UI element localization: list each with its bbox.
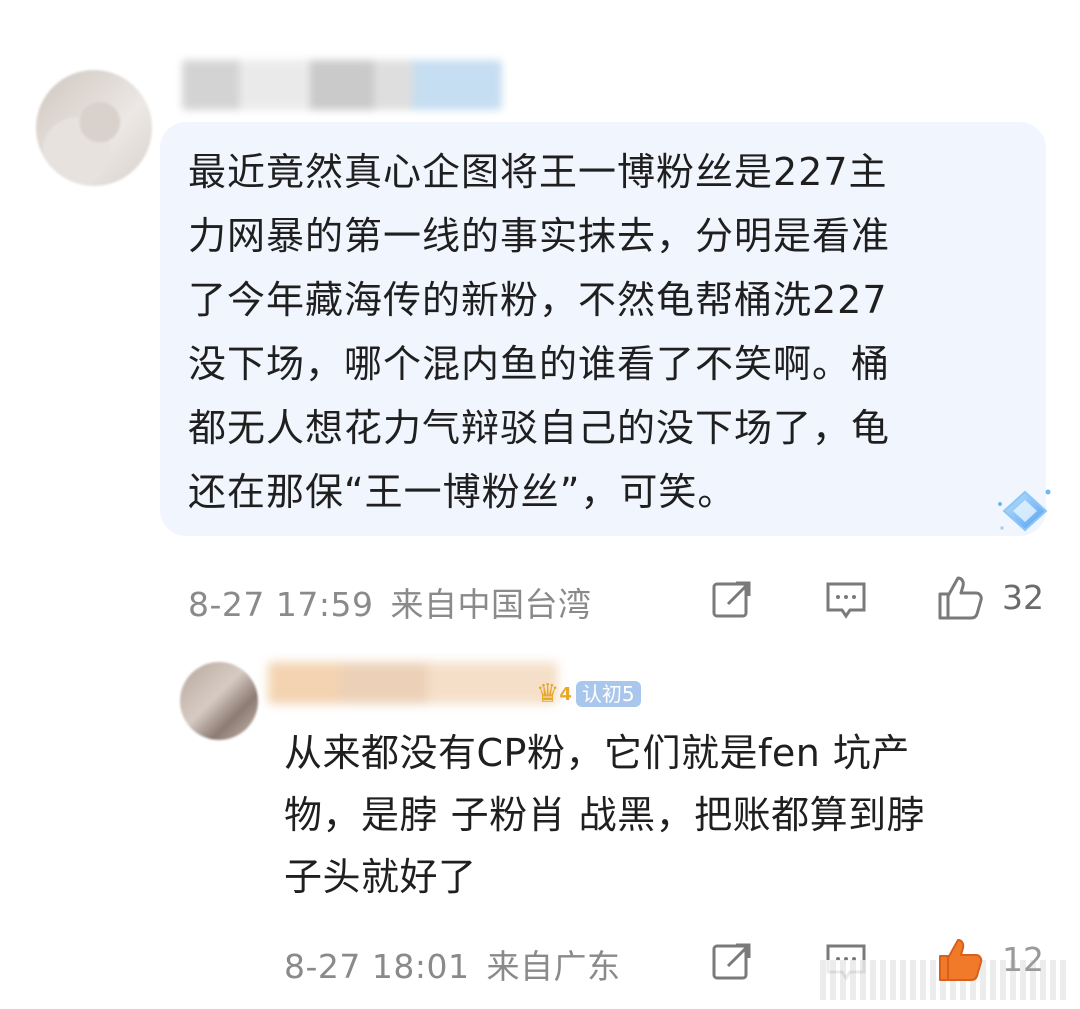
comment-text: 从来都没有CP粉，它们就是fen 坑产 物，是脖 子粉肖 战黑，把账都算到脖 子…: [284, 731, 926, 899]
user-badges: ♛ 4 认初5: [536, 680, 641, 708]
badge-level: 4: [559, 683, 572, 705]
avatar[interactable]: [180, 662, 258, 740]
share-icon[interactable]: [710, 578, 754, 622]
location: 来自广东: [486, 947, 621, 986]
comment-meta: 8-27 18:01 来自广东: [284, 940, 621, 988]
fans-badge: 认初5: [575, 681, 641, 707]
username-blurred[interactable]: [182, 60, 502, 110]
avatar[interactable]: [36, 70, 152, 186]
timestamp: 8-27 18:01: [284, 947, 470, 986]
comment-icon[interactable]: [824, 578, 868, 622]
like-icon[interactable]: [936, 574, 984, 622]
username-blurred[interactable]: [268, 662, 558, 704]
like-count: 12: [1002, 940, 1044, 979]
crown-icon: ♛: [536, 679, 560, 709]
comment-text: 最近竟然真心企图将王一博粉丝是227主 力网暴的第一线的事实抹去，分明是看准 了…: [188, 150, 891, 514]
timestamp: 8-27 17:59: [188, 585, 374, 624]
share-icon[interactable]: [710, 940, 754, 984]
diamond-badge-icon: [998, 489, 1051, 532]
location: 来自中国台湾: [390, 585, 592, 624]
like-count: 32: [1002, 578, 1044, 617]
like-icon[interactable]: [936, 936, 984, 984]
comment-meta: 8-27 17:59 来自中国台湾: [188, 578, 592, 626]
